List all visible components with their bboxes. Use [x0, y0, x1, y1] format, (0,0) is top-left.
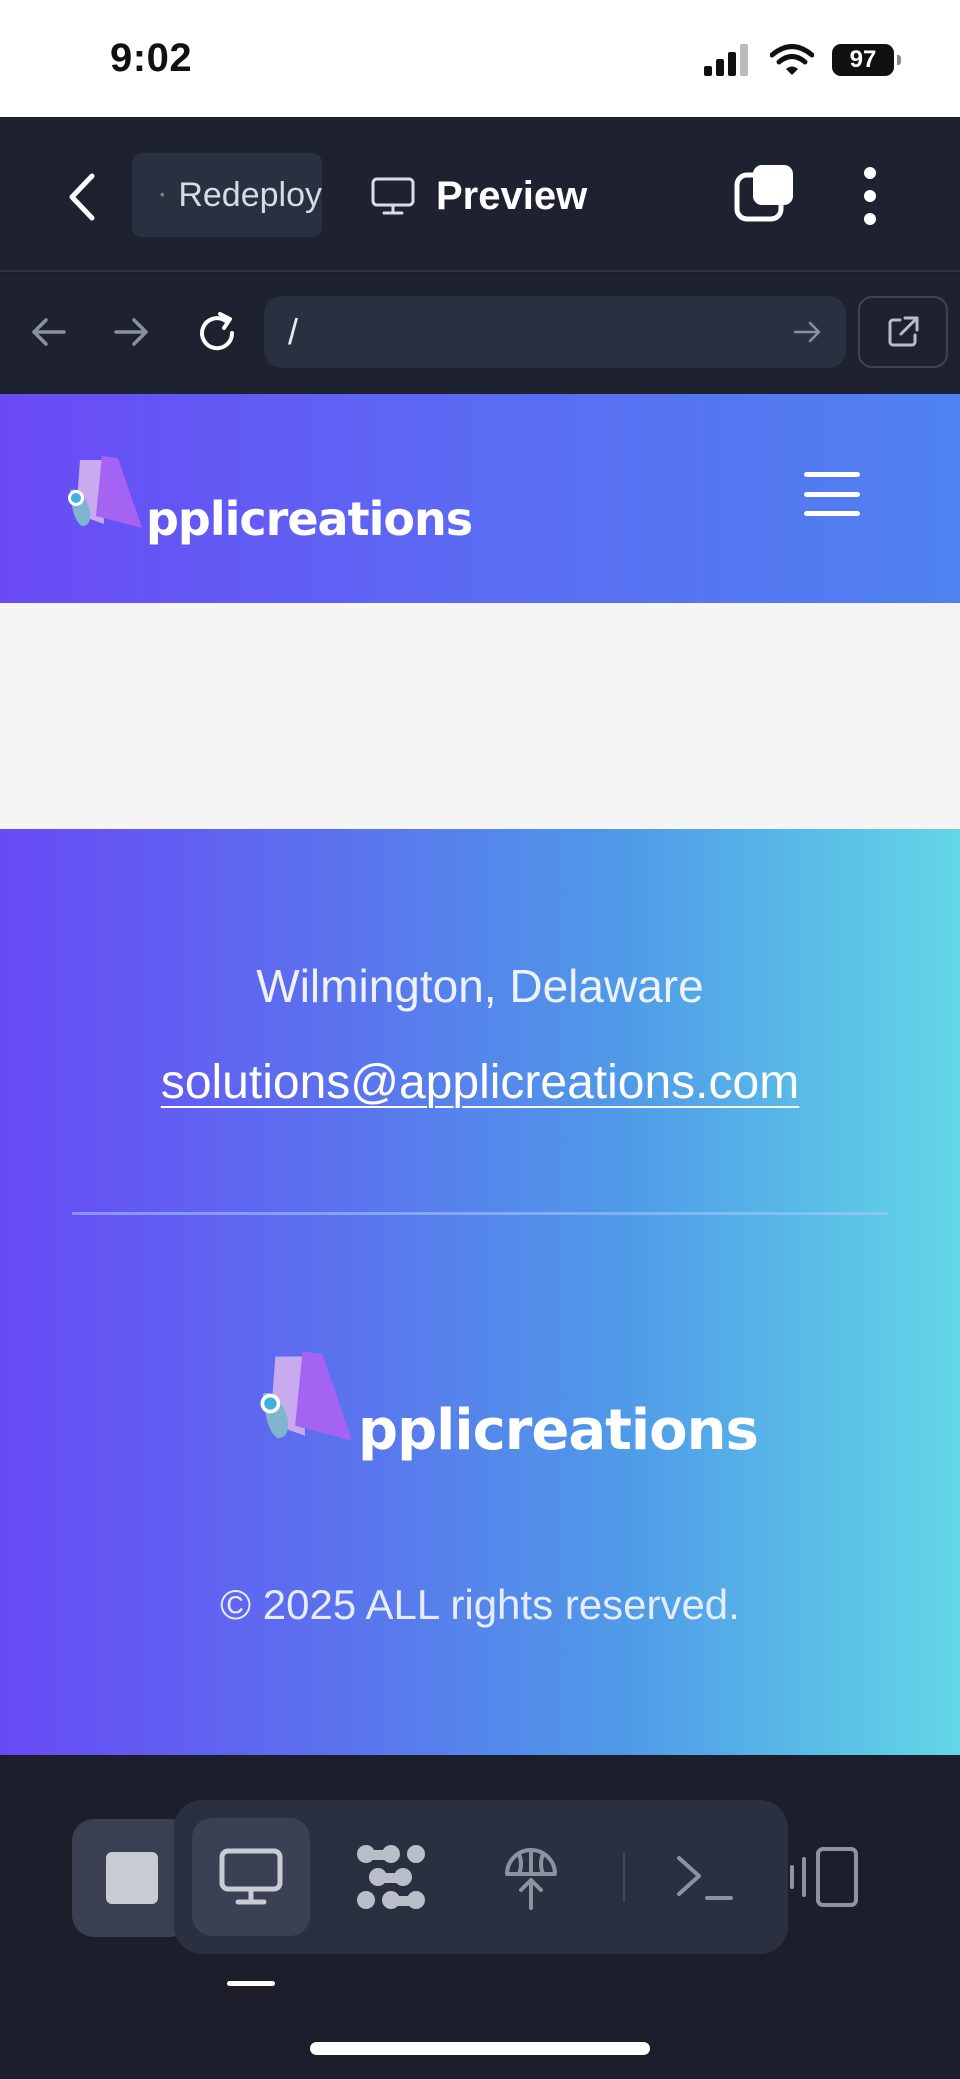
footer-logo[interactable]: pplicreations [258, 1349, 759, 1463]
dock-separator [623, 1852, 625, 1902]
logo-text: pplicreations [146, 492, 473, 546]
site-logo[interactable]: pplicreations [66, 454, 473, 546]
battery-icon: 97 [832, 44, 901, 76]
monitor-icon [219, 1848, 283, 1905]
bottom-dock [0, 1755, 960, 2079]
dock-integrations-button[interactable] [332, 1818, 450, 1936]
url-input-value: / [288, 311, 299, 352]
footer-copyright: © 2025 ALL rights reserved. [220, 1581, 740, 1628]
stop-icon [106, 1852, 158, 1904]
open-external-button[interactable] [858, 296, 948, 368]
dock-devices-button[interactable] [788, 1847, 864, 1912]
wifi-icon [770, 44, 814, 75]
logo-mark-icon [260, 1351, 353, 1441]
footer-divider [72, 1212, 888, 1215]
dock-deploy-button[interactable] [472, 1818, 590, 1936]
integrations-icon [357, 1845, 425, 1909]
page-content [0, 603, 960, 829]
dock-preview-button[interactable] [192, 1818, 310, 1936]
tab-preview-label: Preview [436, 173, 588, 218]
monitor-icon [371, 177, 415, 215]
more-vertical-icon [864, 167, 876, 225]
dock-tab-group [174, 1800, 788, 1954]
hamburger-menu-icon[interactable] [804, 472, 860, 516]
chevron-left-icon [69, 173, 95, 221]
battery-level: 97 [849, 46, 877, 73]
footer-email-link[interactable]: solutions@applicreations.com [0, 1055, 960, 1110]
external-link-icon [888, 316, 919, 347]
url-input[interactable]: / [264, 296, 846, 368]
status-time: 9:02 [110, 36, 193, 80]
deploy-icon [505, 1848, 557, 1910]
site-header: pplicreations [0, 394, 960, 603]
terminal-icon [677, 1856, 733, 1900]
antenna-icon [160, 192, 164, 198]
active-tab-indicator [227, 1981, 275, 1986]
arrow-right-icon [114, 318, 148, 346]
nav-back-button[interactable] [28, 312, 68, 357]
site-footer: Wilmington, Delaware solutions@applicrea… [0, 829, 960, 1755]
footer-address: Wilmington, Delaware [256, 960, 704, 1012]
copy-button[interactable] [733, 163, 795, 225]
nav-forward-button[interactable] [112, 312, 152, 357]
tab-redeploy[interactable]: Redeploy [132, 153, 322, 237]
dock-terminal-button[interactable] [646, 1818, 764, 1936]
copy-icon [734, 165, 793, 222]
cellular-signal-icon [704, 44, 748, 76]
url-bar: / [0, 274, 960, 394]
reload-icon [200, 312, 235, 351]
arrow-left-icon [32, 318, 66, 346]
arrow-right-icon[interactable] [792, 316, 824, 348]
logo-mark-icon [68, 456, 142, 528]
status-icons: 97 [704, 44, 901, 76]
home-indicator [310, 2042, 650, 2055]
devices-icon [790, 1847, 858, 1907]
logo-text: pplicreations [358, 1398, 759, 1463]
status-bar: 9:02 97 [0, 0, 960, 117]
app-toolbar: Redeploy Preview [0, 117, 960, 272]
more-options-button[interactable] [850, 165, 890, 227]
tab-redeploy-label: Redeploy [178, 175, 322, 214]
reload-button[interactable] [194, 310, 240, 361]
back-button[interactable] [62, 172, 106, 222]
tab-preview[interactable]: Preview [370, 157, 587, 235]
